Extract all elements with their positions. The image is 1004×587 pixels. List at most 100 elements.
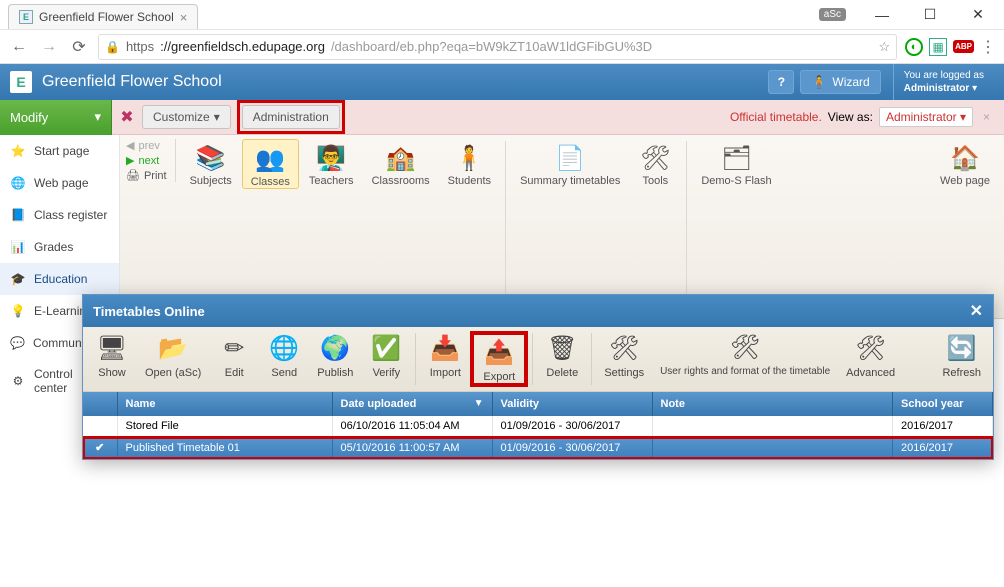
table-row[interactable]: ✔Published Timetable 0105/10/2016 11:00:…	[83, 437, 993, 459]
toolbar-icon: 🛠	[728, 331, 762, 365]
url-host: ://greenfieldsch.edupage.org	[160, 39, 325, 54]
col-check[interactable]	[83, 392, 117, 416]
sort-desc-icon: ▼	[474, 398, 484, 409]
toolbar-show-button[interactable]: 🖥Show	[87, 331, 137, 379]
sidebar-item-start-page[interactable]: ⭐Start page	[0, 135, 119, 167]
ribbon-label: Subjects	[190, 175, 232, 187]
sidebar-label: Class register	[34, 208, 107, 222]
toolbar-open-button[interactable]: 📂Open (aSc)	[137, 331, 209, 379]
col-note[interactable]: Note	[652, 392, 893, 416]
view-as-label: View as:	[828, 110, 873, 124]
sidebar-item-education[interactable]: 🎓Education	[0, 263, 119, 295]
toolbar-settings-button[interactable]: 🛠Settings	[596, 331, 652, 379]
customize-button[interactable]: Customize▾	[142, 105, 231, 129]
login-info[interactable]: You are logged as Administrator ▾	[893, 64, 994, 100]
window-minimize-icon[interactable]: —	[860, 1, 904, 29]
print-button[interactable]: 🖨 Print	[126, 169, 167, 182]
app-logo-icon[interactable]: E	[10, 71, 32, 93]
browser-tab[interactable]: E Greenfield Flower School ×	[8, 4, 198, 29]
toolbar-edit-button[interactable]: ✏Edit	[209, 331, 259, 379]
sidebar-item-web-page[interactable]: 🌐Web page	[0, 167, 119, 199]
nav-back-icon[interactable]: ←	[8, 36, 30, 58]
window-titlebar: E Greenfield Flower School × aSc — ☐ ✕	[0, 0, 1004, 30]
row-name: Stored File	[117, 416, 332, 437]
administration-button[interactable]: Administration	[242, 105, 340, 129]
sidebar-label: Web page	[34, 176, 89, 190]
ribbon-students-button[interactable]: 🧍Students	[440, 139, 499, 189]
close-toolbar-icon[interactable]: ✖	[112, 107, 142, 127]
toolbar-label: Publish	[317, 367, 353, 379]
ribbon-summary-timetables-button[interactable]: 📄Summary timetables	[512, 139, 628, 187]
toolbar-import-button[interactable]: 📥Import	[420, 331, 470, 379]
ribbon-label: Summary timetables	[520, 175, 620, 187]
modify-button[interactable]: Modify ▾	[0, 100, 112, 135]
nav-reload-icon[interactable]: ⟳	[68, 36, 90, 58]
official-timetable-label: Official timetable.	[730, 110, 822, 124]
dialog-titlebar[interactable]: Timetables Online ✕	[83, 295, 993, 327]
toolbar-export-button[interactable]: 📤Export	[474, 335, 524, 383]
refresh-button[interactable]: 🔄 Refresh	[934, 331, 989, 379]
ribbon-tools-button[interactable]: 🛠Tools	[630, 139, 680, 187]
ribbon: ◀ prev ▶ next 🖨 Print 📚Subjects👥Classes👨…	[120, 135, 1004, 319]
row-validity: 01/09/2016 - 30/06/2017	[492, 437, 652, 459]
col-name[interactable]: Name	[117, 392, 332, 416]
toolbar-label: Delete	[546, 367, 578, 379]
toolbar-label: Import	[430, 367, 461, 379]
ribbon-demo-s-flash-button[interactable]: 🗂Demo-S Flash	[693, 139, 779, 187]
toolbar-publish-button[interactable]: 🌍Publish	[309, 331, 361, 379]
toolbar-advanced-button[interactable]: 🛠Advanced	[838, 331, 903, 379]
toolbar-icon: ✏	[217, 331, 251, 365]
toolbar-user-button[interactable]: 🛠User rights and format of the timetable	[652, 331, 838, 378]
tab-close-icon[interactable]: ×	[180, 10, 188, 25]
col-validity[interactable]: Validity	[492, 392, 652, 416]
col-year[interactable]: School year	[893, 392, 993, 416]
toolbar-label: Settings	[604, 367, 644, 379]
browser-menu-icon[interactable]: ⋮	[980, 37, 996, 57]
refresh-label: Refresh	[942, 367, 981, 379]
dialog-table-wrap[interactable]: Name Date uploaded▼ Validity Note School…	[83, 392, 993, 459]
sidebar-item-grades[interactable]: 📊Grades	[0, 231, 119, 263]
sidebar-label: Education	[34, 272, 87, 286]
ribbon-label: Students	[448, 175, 491, 187]
sidebar-item-class-register[interactable]: 📘Class register	[0, 199, 119, 231]
web-page-button[interactable]: 🏠 Web page	[932, 139, 998, 187]
ribbon-teachers-button[interactable]: 👨‍🏫Teachers	[301, 139, 362, 189]
prev-button[interactable]: ◀ prev	[126, 139, 167, 152]
person-icon: 🧍	[811, 75, 826, 89]
row-note	[652, 416, 893, 437]
dialog-close-icon[interactable]: ✕	[970, 301, 983, 321]
toolbar-send-button[interactable]: 🌐Send	[259, 331, 309, 379]
ribbon-classes-button[interactable]: 👥Classes	[242, 139, 299, 189]
toolbar-label: Open (aSc)	[145, 367, 201, 379]
ext-cal-icon[interactable]: ▦	[929, 38, 947, 56]
ext-circle-icon[interactable]: ◐	[905, 38, 923, 56]
next-button[interactable]: ▶ next	[126, 154, 167, 167]
bookmark-star-icon[interactable]: ☆	[878, 39, 890, 55]
table-row[interactable]: Stored File06/10/2016 11:05:04 AM01/09/2…	[83, 416, 993, 437]
nav-forward-icon[interactable]: →	[38, 36, 60, 58]
toolbar-label: Export	[483, 371, 515, 383]
window-close-icon[interactable]: ✕	[956, 1, 1000, 29]
toolbar-verify-button[interactable]: ✅Verify	[361, 331, 411, 379]
modify-label: Modify	[10, 110, 48, 125]
ext-abp-icon[interactable]: ABP	[953, 40, 974, 53]
ribbon-classrooms-button[interactable]: 🏫Classrooms	[364, 139, 438, 189]
tab-title: Greenfield Flower School	[39, 10, 174, 24]
sidebar-label: Grades	[34, 240, 73, 254]
ribbon-icon: 📚	[194, 141, 228, 175]
view-as-dropdown[interactable]: Administrator ▾	[879, 107, 973, 127]
ribbon-icon: 🧍	[452, 141, 486, 175]
wizard-button[interactable]: 🧍 Wizard	[800, 70, 880, 94]
toolbar-delete-button[interactable]: 🗑Delete	[537, 331, 587, 379]
toolbar-label: Send	[271, 367, 297, 379]
login-user: Administrator ▾	[904, 82, 984, 95]
window-maximize-icon[interactable]: ☐	[908, 1, 952, 29]
ribbon-subjects-button[interactable]: 📚Subjects	[182, 139, 240, 189]
url-input[interactable]: 🔒 https ://greenfieldsch.edupage.org /da…	[98, 34, 897, 60]
address-bar: ← → ⟳ 🔒 https ://greenfieldsch.edupage.o…	[0, 30, 1004, 64]
col-date[interactable]: Date uploaded▼	[332, 392, 492, 416]
help-button[interactable]: ?	[768, 70, 794, 94]
sidebar-label: Start page	[34, 144, 89, 158]
favicon-icon: E	[19, 10, 33, 24]
close-viewas-icon[interactable]: ×	[979, 110, 994, 124]
